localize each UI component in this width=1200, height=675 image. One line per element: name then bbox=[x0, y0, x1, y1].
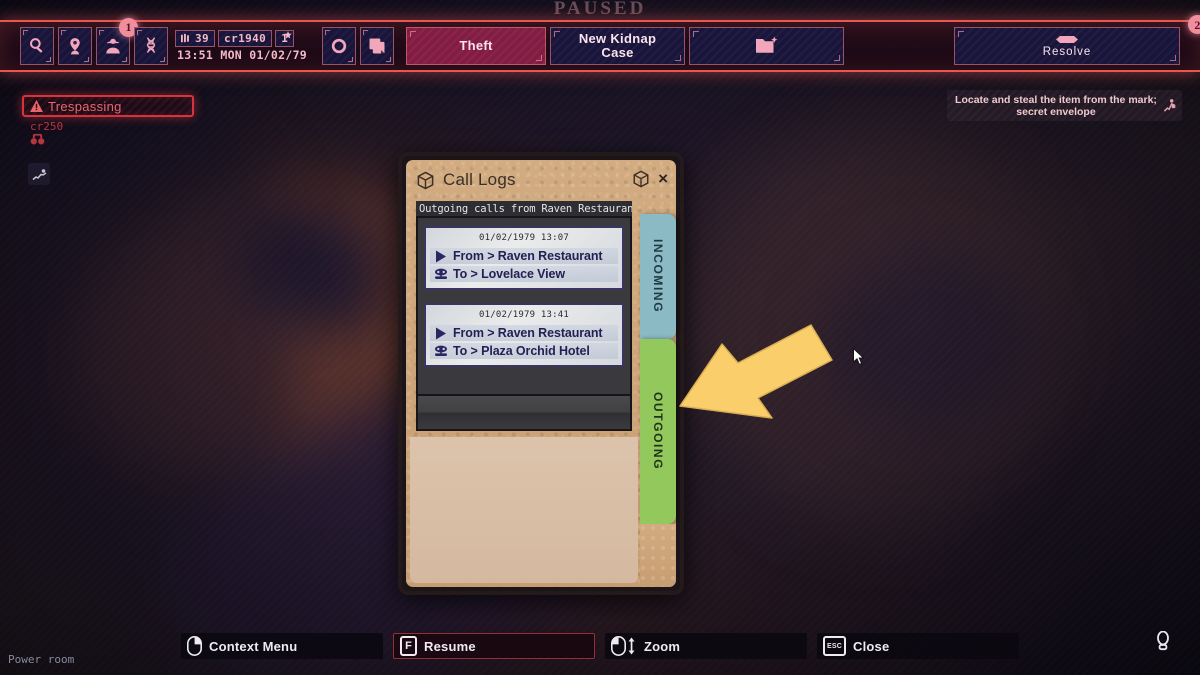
case-button-new-kidnap[interactable]: New Kidnap Case bbox=[550, 27, 686, 65]
telephone-icon[interactable] bbox=[433, 268, 448, 281]
ring-icon[interactable] bbox=[322, 27, 357, 65]
hint-context-menu[interactable]: Context Menu bbox=[181, 633, 383, 659]
money-stat: cr1940 bbox=[218, 30, 273, 47]
call-to-row[interactable]: To > Plaza Orchid Hotel bbox=[430, 343, 618, 359]
hint-close-label: Close bbox=[853, 638, 890, 654]
key-f: F bbox=[400, 636, 417, 656]
objective-text: Locate and steal the item from the mark;… bbox=[955, 93, 1157, 118]
window-controls: × bbox=[632, 170, 668, 188]
star-stat: 1 bbox=[275, 30, 295, 47]
crime-alert-panel[interactable]: Trespassing bbox=[22, 95, 194, 117]
call-from-label: From > Raven Restaurant bbox=[453, 326, 603, 340]
call-to-label: To > Plaza Orchid Hotel bbox=[453, 344, 590, 358]
crime-fine-value: cr250 bbox=[30, 120, 64, 133]
close-icon[interactable]: × bbox=[658, 170, 668, 187]
window-title: Call Logs bbox=[443, 170, 516, 189]
hint-zoom[interactable]: Zoom bbox=[605, 633, 807, 659]
handcuffs-icon bbox=[30, 133, 45, 145]
case-button-theft[interactable]: Theft bbox=[406, 27, 547, 65]
new-case-button[interactable] bbox=[689, 27, 845, 65]
hint-zoom-label: Zoom bbox=[644, 638, 681, 654]
hint-context-menu-label: Context Menu bbox=[209, 638, 298, 654]
location-label: Power room bbox=[8, 653, 75, 666]
window-corner-filler bbox=[640, 524, 676, 587]
paused-label: PAUSED bbox=[553, 0, 647, 19]
tab-incoming-label: Incoming bbox=[651, 239, 665, 314]
key-esc: ESC bbox=[823, 636, 846, 656]
call-to-row[interactable]: To > Lovelace View bbox=[430, 266, 618, 282]
hint-close[interactable]: ESC Close bbox=[817, 633, 1019, 659]
dna-icon[interactable] bbox=[134, 27, 168, 65]
tab-outgoing-label: Outgoing bbox=[651, 392, 665, 471]
warning-icon bbox=[30, 100, 43, 112]
tab-incoming[interactable]: Incoming bbox=[640, 214, 676, 339]
suspect-icon[interactable]: 1 bbox=[96, 18, 138, 65]
footprint-icon bbox=[1157, 631, 1169, 651]
play-triangle-icon[interactable] bbox=[433, 327, 448, 340]
window-titlebar: Call Logs bbox=[416, 170, 516, 190]
mouse-scroll-icon bbox=[611, 636, 635, 656]
map-pin-icon[interactable] bbox=[58, 27, 92, 65]
notes-icon[interactable] bbox=[360, 27, 395, 65]
resolve-label: Resolve bbox=[1042, 45, 1092, 58]
mouse-cursor bbox=[853, 348, 865, 366]
call-from-row[interactable]: From > Raven Restaurant bbox=[430, 325, 618, 341]
tab-outgoing[interactable]: Outgoing bbox=[640, 339, 676, 524]
player-stats: 39 cr1940 1 13:51 MON 01/02/79 bbox=[175, 27, 307, 65]
cube-icon bbox=[417, 171, 434, 189]
crime-evidence-box[interactable] bbox=[28, 163, 50, 185]
call-logs-subheader: Outgoing calls from Raven Restaurant bbox=[416, 201, 632, 216]
search-icon[interactable] bbox=[20, 27, 54, 65]
telephone-icon[interactable] bbox=[433, 345, 448, 358]
call-date: 01/02/1979 13:41 bbox=[479, 310, 569, 320]
crime-title: Trespassing bbox=[48, 98, 122, 114]
case-new-kidnap-label: New Kidnap Case bbox=[578, 31, 657, 60]
window-paper-area bbox=[410, 437, 638, 583]
list-item[interactable]: 01/02/1979 13:07 From > Raven Restaurant… bbox=[424, 226, 624, 290]
top-toolbar: 1 39 cr1940 1 13:51 MON 01/02/79 Theft N… bbox=[0, 15, 1200, 72]
energy-stat: 39 bbox=[175, 30, 216, 47]
call-log-list-footer bbox=[416, 396, 632, 431]
list-item[interactable]: 01/02/1979 13:41 From > Raven Restaurant… bbox=[424, 303, 624, 367]
sneaking-person-icon bbox=[32, 168, 46, 180]
footer-hints-bar: Context Menu F Resume Zoom ESC Close bbox=[0, 631, 1200, 661]
case-theft-label: Theft bbox=[459, 38, 493, 53]
tutorial-arrow-icon bbox=[679, 324, 833, 419]
thief-icon bbox=[1163, 98, 1176, 112]
call-date: 01/02/1979 13:07 bbox=[479, 233, 569, 243]
call-logs-window[interactable]: Call Logs × Outgoing calls from Raven Re… bbox=[398, 152, 684, 595]
hint-resume[interactable]: F Resume bbox=[393, 633, 595, 659]
call-to-label: To > Lovelace View bbox=[453, 267, 566, 281]
pin-cube-icon[interactable] bbox=[632, 170, 650, 188]
energy-value: 39 bbox=[195, 32, 210, 45]
game-clock: 13:51 MON 01/02/79 bbox=[177, 48, 308, 62]
call-from-label: From > Raven Restaurant bbox=[453, 249, 603, 263]
mouse-right-click-icon bbox=[187, 636, 202, 656]
resolve-count-badge: 2 bbox=[1188, 15, 1200, 34]
call-from-row[interactable]: From > Raven Restaurant bbox=[430, 248, 618, 264]
objective-panel: Locate and steal the item from the mark;… bbox=[947, 90, 1182, 121]
resolve-button[interactable]: Resolve 2 bbox=[954, 15, 1200, 65]
hint-resume-label: Resume bbox=[424, 638, 476, 654]
play-triangle-icon[interactable] bbox=[433, 250, 448, 263]
call-log-list[interactable]: 01/02/1979 13:07 From > Raven Restaurant… bbox=[416, 216, 632, 396]
